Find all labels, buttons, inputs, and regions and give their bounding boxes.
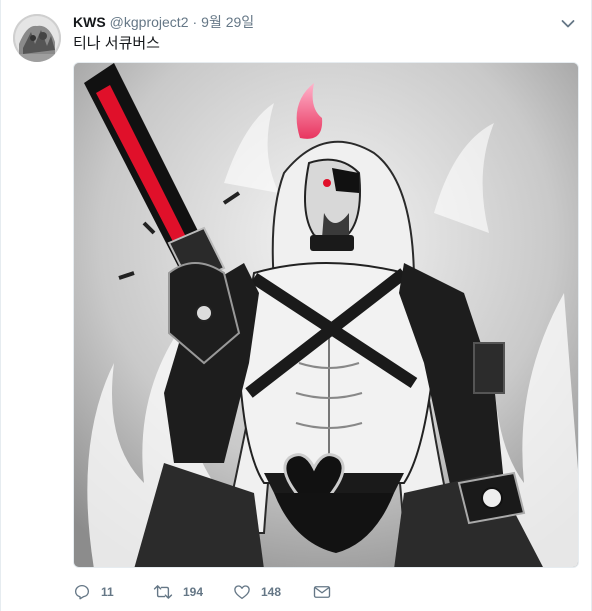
tweet-text: 티나 서큐버스: [73, 35, 160, 52]
like-button[interactable]: 148: [233, 583, 313, 601]
tweet-actions: 11 194 148: [73, 580, 343, 604]
heart-icon: [234, 585, 250, 600]
tweet-card[interactable]: KWS @kgproject2 · 9월 29일 티나 서큐버스 11 194 …: [0, 0, 592, 611]
retweet-icon: [153, 585, 173, 599]
retweet-button[interactable]: 194: [153, 583, 233, 601]
tweet-media-image[interactable]: [73, 62, 579, 568]
tweet-header: KWS @kgproject2 · 9월 29일: [73, 12, 254, 32]
direct-message-button[interactable]: [313, 584, 343, 600]
display-name[interactable]: KWS: [73, 14, 106, 30]
avatar[interactable]: [13, 14, 61, 62]
avatar-image: [13, 14, 61, 62]
separator-dot: ·: [192, 14, 198, 30]
reply-icon: [74, 584, 90, 600]
like-count: 148: [261, 585, 282, 599]
user-handle[interactable]: @kgproject2: [110, 14, 189, 30]
retweet-count: 194: [183, 585, 204, 599]
reply-button[interactable]: 11: [73, 583, 153, 601]
envelope-icon: [313, 586, 331, 598]
tweet-date[interactable]: 9월 29일: [201, 12, 254, 32]
illustration-image: [74, 63, 578, 567]
reply-count: 11: [101, 585, 114, 599]
chevron-down-icon[interactable]: [561, 16, 575, 28]
